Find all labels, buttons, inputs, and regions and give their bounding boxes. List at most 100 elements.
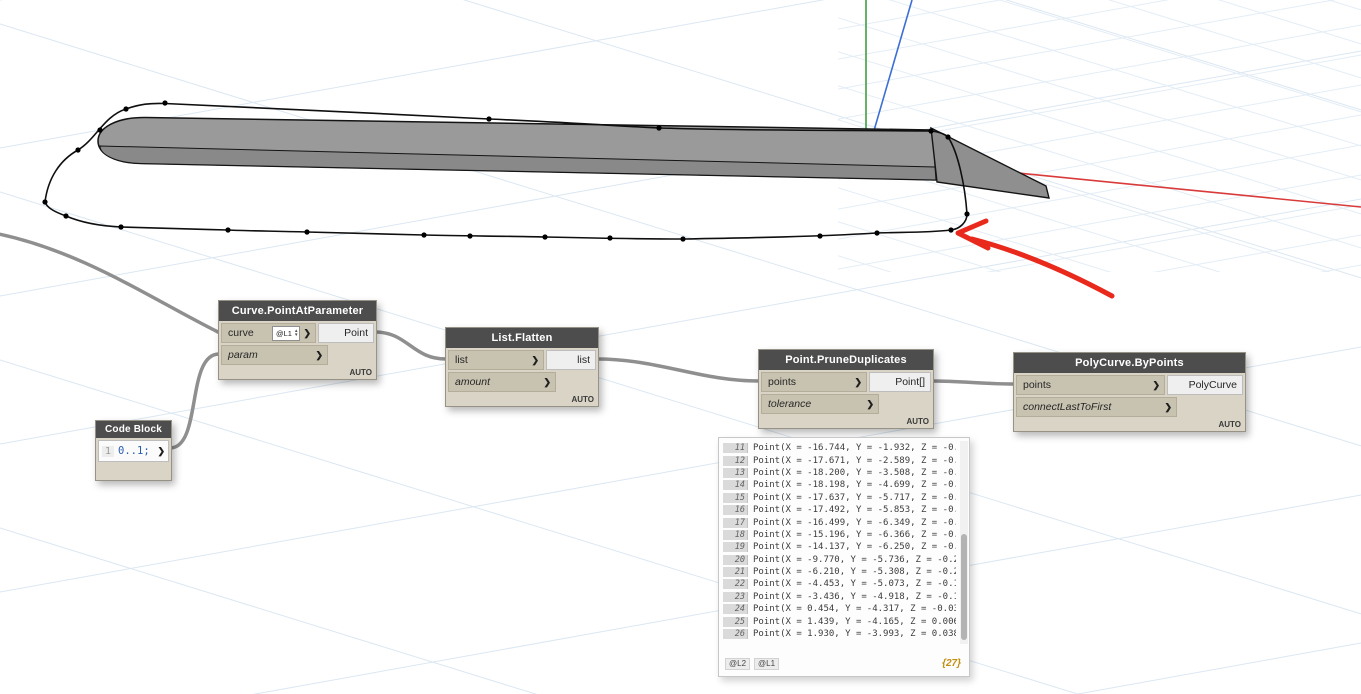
row-index: 12 bbox=[723, 455, 748, 466]
node-polycurve-by-points[interactable]: PolyCurve.ByPoints points ❯ PolyCurve co… bbox=[1013, 352, 1246, 432]
node-title[interactable]: PolyCurve.ByPoints bbox=[1014, 353, 1245, 373]
level-chip-l2[interactable]: @L2 bbox=[725, 657, 751, 670]
row-value: Point(X = 1.930, Y = -3.993, Z = 0.038 bbox=[753, 629, 956, 640]
lacing-indicator[interactable]: AUTO bbox=[219, 367, 376, 379]
row-value: Point(X = -18.200, Y = -3.508, Z = -0. bbox=[753, 467, 956, 478]
row-value: Point(X = 0.454, Y = -4.317, Z = -0.03 bbox=[753, 604, 956, 615]
node-list-flatten[interactable]: List.Flatten list ❯ list amount ❯ AUTO bbox=[445, 327, 599, 407]
row-index: 24 bbox=[723, 604, 748, 615]
code-block-editor[interactable]: 1 0..1; ❯ bbox=[98, 440, 169, 462]
preview-row: 26 Point(X = 1.930, Y = -3.993, Z = 0.038 bbox=[723, 628, 956, 640]
row-value: Point(X = 1.439, Y = -4.165, Z = 0.006 bbox=[753, 616, 956, 627]
preview-row: 14 Point(X = -18.198, Y = -4.699, Z = -0. bbox=[723, 479, 956, 491]
preview-row: 15 Point(X = -17.637, Y = -5.717, Z = -0. bbox=[723, 492, 956, 504]
input-label: connectLastToFirst bbox=[1023, 401, 1112, 413]
input-label: curve bbox=[228, 327, 254, 339]
input-port-amount[interactable]: amount ❯ bbox=[448, 372, 556, 392]
port-arrow-icon[interactable]: ❯ bbox=[1164, 402, 1172, 413]
port-arrow-icon[interactable]: ❯ bbox=[1152, 380, 1160, 391]
port-arrow-icon[interactable]: ❯ bbox=[854, 377, 862, 388]
row-index: 18 bbox=[723, 529, 748, 540]
port-arrow-icon[interactable]: ❯ bbox=[303, 328, 311, 339]
row-value: Point(X = -3.436, Y = -4.918, Z = -0.1 bbox=[753, 591, 956, 602]
curve-point bbox=[421, 232, 427, 238]
node-title[interactable]: Point.PruneDuplicates bbox=[759, 350, 933, 370]
preview-row: 20 Point(X = -9.770, Y = -5.736, Z = -0.2 bbox=[723, 554, 956, 566]
input-port-points[interactable]: points ❯ bbox=[761, 372, 867, 392]
line-number: 1 bbox=[102, 445, 115, 457]
row-value: Point(X = -15.196, Y = -6.366, Z = -0. bbox=[753, 529, 956, 540]
grid-fine bbox=[838, 0, 1361, 272]
node-body: points ❯ PolyCurve connectLastToFirst ❯ bbox=[1014, 373, 1245, 419]
lacing-indicator[interactable]: AUTO bbox=[759, 416, 933, 428]
scrollbar[interactable] bbox=[960, 441, 968, 644]
port-arrow-icon[interactable]: ❯ bbox=[866, 399, 874, 410]
row-index: 15 bbox=[723, 492, 748, 503]
level-selector[interactable]: @L1 ▲ ▼ bbox=[272, 325, 301, 341]
row-index: 25 bbox=[723, 616, 748, 627]
node-title[interactable]: Curve.PointAtParameter bbox=[219, 301, 376, 321]
curve-point bbox=[680, 236, 686, 242]
curve-point bbox=[304, 229, 310, 235]
lacing-indicator[interactable]: AUTO bbox=[1014, 419, 1245, 431]
curve-point bbox=[945, 134, 951, 140]
port-arrow-icon[interactable]: ❯ bbox=[543, 377, 551, 388]
row-value: Point(X = -17.637, Y = -5.717, Z = -0. bbox=[753, 492, 956, 503]
port-arrow-icon[interactable]: ❯ bbox=[315, 350, 323, 361]
input-port-tolerance[interactable]: tolerance ❯ bbox=[761, 394, 879, 414]
row-index: 21 bbox=[723, 567, 748, 578]
curve-point bbox=[123, 106, 129, 112]
row-index: 16 bbox=[723, 505, 748, 516]
preview-row: 24 Point(X = 0.454, Y = -4.317, Z = -0.03 bbox=[723, 603, 956, 615]
level-chip-l1[interactable]: @L1 bbox=[754, 657, 780, 670]
row-index: 20 bbox=[723, 554, 748, 565]
input-label: list bbox=[455, 354, 468, 366]
preview-row: 19 Point(X = -14.137, Y = -6.250, Z = -0. bbox=[723, 541, 956, 553]
output-port-polycurve[interactable]: PolyCurve bbox=[1167, 375, 1243, 395]
input-port-curve[interactable]: curve @L1 ▲ ▼ ❯ bbox=[221, 323, 316, 343]
curve-point bbox=[928, 128, 934, 134]
node-title[interactable]: Code Block bbox=[96, 421, 171, 438]
code-text[interactable]: 0..1; bbox=[118, 445, 157, 457]
curve-point bbox=[964, 211, 970, 217]
input-port-param[interactable]: param ❯ bbox=[221, 345, 328, 365]
port-arrow-icon[interactable]: ❯ bbox=[157, 446, 165, 457]
preview-row: 16 Point(X = -17.492, Y = -5.853, Z = -0. bbox=[723, 504, 956, 516]
curve-point bbox=[817, 233, 823, 239]
port-arrow-icon[interactable]: ❯ bbox=[531, 355, 539, 366]
input-port-points[interactable]: points ❯ bbox=[1016, 375, 1165, 395]
row-index: 26 bbox=[723, 629, 748, 640]
curve-point bbox=[486, 116, 492, 122]
row-value: Point(X = -6.210, Y = -5.308, Z = -0.2 bbox=[753, 567, 956, 578]
row-index: 19 bbox=[723, 542, 748, 553]
node-code-block[interactable]: Code Block 1 0..1; ❯ bbox=[95, 420, 172, 481]
row-value: Point(X = -16.744, Y = -1.932, Z = -0. bbox=[753, 443, 956, 454]
dynamo-workspace[interactable]: Curve.PointAtParameter curve @L1 ▲ ▼ ❯ Po… bbox=[0, 0, 1361, 694]
input-label: points bbox=[768, 376, 797, 388]
preview-row: 13 Point(X = -18.200, Y = -3.508, Z = -0. bbox=[723, 467, 956, 479]
curve-point bbox=[162, 100, 168, 106]
input-port-list[interactable]: list ❯ bbox=[448, 350, 544, 370]
output-port-point[interactable]: Point bbox=[318, 323, 374, 343]
row-index: 13 bbox=[723, 467, 748, 478]
output-port-point-array[interactable]: Point[] bbox=[869, 372, 931, 392]
spinner-icon[interactable]: ▲ ▼ bbox=[294, 328, 298, 337]
wire bbox=[930, 379, 1016, 386]
output-port-list[interactable]: list bbox=[546, 350, 596, 370]
row-value: Point(X = -17.492, Y = -5.853, Z = -0. bbox=[753, 505, 956, 516]
curve-point bbox=[63, 213, 69, 219]
scrollbar-thumb[interactable] bbox=[961, 534, 967, 640]
row-index: 17 bbox=[723, 517, 748, 528]
preview-bubble[interactable]: 11 Point(X = -16.744, Y = -1.932, Z = -0.… bbox=[718, 437, 970, 677]
input-label: param bbox=[228, 349, 258, 361]
curve-point bbox=[75, 147, 81, 153]
preview-row: 12 Point(X = -17.671, Y = -2.589, Z = -0. bbox=[723, 454, 956, 466]
lacing-indicator[interactable]: AUTO bbox=[446, 394, 598, 406]
node-title[interactable]: List.Flatten bbox=[446, 328, 598, 348]
input-port-connect-last-to-first[interactable]: connectLastToFirst ❯ bbox=[1016, 397, 1177, 417]
node-point-prune-duplicates[interactable]: Point.PruneDuplicates points ❯ Point[] t… bbox=[758, 349, 934, 429]
node-curve-point-at-parameter[interactable]: Curve.PointAtParameter curve @L1 ▲ ▼ ❯ Po… bbox=[218, 300, 377, 380]
